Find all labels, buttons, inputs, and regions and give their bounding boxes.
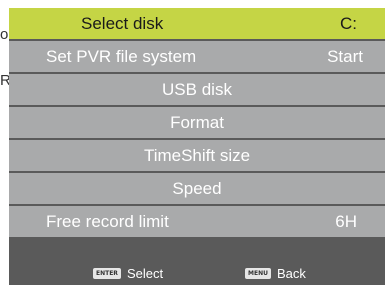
menu-item-usb-disk[interactable]: USB disk (9, 74, 385, 105)
menu-item-speed[interactable]: Speed (9, 173, 385, 204)
menu-item-value: 6H (335, 212, 357, 231)
select-hint-label: Select (126, 266, 164, 281)
menu-item-label: Format (170, 112, 224, 132)
menu-item-label: Speed (172, 178, 222, 198)
back-hint-label: Back (276, 266, 306, 281)
back-hint: MENU Back (245, 262, 306, 285)
background-text-fragment: o (0, 26, 9, 43)
menu-item-format[interactable]: Format (9, 107, 385, 138)
menu-item-label: Select disk (81, 13, 164, 33)
pvr-settings-menu: Select disk C: Set PVR file system Start… (9, 8, 385, 285)
menu-item-label: Free record limit (46, 211, 169, 231)
menu-key-icon: MENU (245, 268, 271, 279)
menu-item-label: USB disk (162, 79, 232, 99)
menu-item-label: Set PVR file system (46, 46, 197, 66)
menu-item-label: TimeShift size (143, 145, 251, 165)
menu-item-value: C: (340, 14, 357, 33)
menu-item-select-disk[interactable]: Select disk C: (9, 8, 385, 39)
select-hint: ENTER Select (93, 262, 163, 285)
menu-item-set-pvr-file-system[interactable]: Set PVR file system Start (9, 41, 385, 72)
menu-item-timeshift-size[interactable]: TimeShift size (9, 140, 385, 171)
menu-item-free-record-limit[interactable]: Free record limit 6H (9, 206, 385, 237)
key-hint-bar: ENTER Select MENU Back (9, 262, 385, 285)
menu-item-value: Start (327, 47, 363, 66)
enter-key-icon: ENTER (93, 268, 121, 279)
